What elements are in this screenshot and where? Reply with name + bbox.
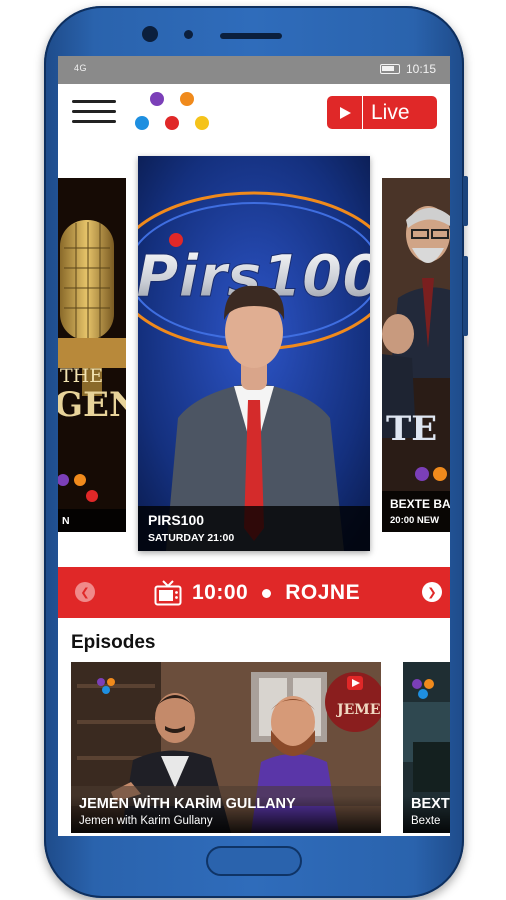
now-playing-show: ROJNE [285,581,361,604]
app-screen: 4G 10:15 Live THE GEN N Pirs100 PIRS100 … [58,56,450,836]
home-button[interactable] [206,846,302,876]
poster-subtitle: SATURDAY 21:00 [148,532,235,544]
episode-title: JEMEN WİTH KARİM GULLANY [79,796,296,812]
poster-card[interactable]: THE GENE N [58,178,126,532]
bexte-art: TE [382,178,450,532]
poster-caption: BEXTE BA 20:00 NEW [382,491,450,532]
episodes-heading: Episodes [71,632,156,653]
svg-text:GENE: GENE [58,385,126,425]
poster-caption: PIRS100 SATURDAY 21:00 [138,506,370,551]
now-playing-time: 10:00 [192,581,249,604]
status-time: 10:15 [405,62,436,76]
tv-icon [154,580,182,606]
now-playing-bar: ❮ 10:00 ROJNE ❯ [58,567,450,618]
poster-card[interactable]: Pirs100 PIRS100 SATURDAY 21:00 [138,156,370,551]
poster-title: BEXTE BA [390,497,450,511]
episode-subtitle: Jemen with Karim Gullany [79,815,213,827]
volume-button [463,176,468,226]
live-button[interactable]: Live [327,96,437,129]
battery-icon [379,64,400,74]
episode-caption: BEXT Bexte [403,796,450,833]
separator-dot [262,588,272,598]
poster-art-text: TE [386,409,437,449]
proximity-sensor [184,30,193,39]
signal-indicator: 4G [74,63,88,73]
poster-subtitle: N [62,515,70,527]
poster-subtitle: 20:00 NEW [390,515,440,526]
episode-caption: JEMEN WİTH KARİM GULLANY Jemen with Kari… [71,796,381,833]
status-right: 10:15 [379,62,436,76]
status-bar: 4G 10:15 [58,56,450,84]
episode-title: BEXT [411,796,450,812]
app-bar: Live [58,84,450,146]
poster-caption: N [58,509,126,532]
episode-subtitle: Bexte [411,815,441,827]
microphone-art: THE GENE [58,178,126,532]
poster-card[interactable]: TE BEXTE BA 20:00 NEW [382,178,450,532]
poster-title: PIRS100 [148,512,205,528]
channel-logo[interactable] [132,90,216,140]
episode-card[interactable]: JEMEN JEMEN WİTH KARİM GULLANY Jemen wit… [71,662,381,833]
power-button [463,256,468,336]
hamburger-menu-icon[interactable] [72,100,116,126]
svg-text:THE: THE [60,365,103,387]
live-label: Live [371,100,410,124]
pirs100-art: Pirs100 [138,156,370,551]
featured-carousel[interactable]: THE GENE N Pirs100 [58,146,450,558]
play-icon [327,96,363,129]
chevron-right-icon[interactable]: ❯ [422,582,442,602]
earpiece-speaker [220,33,282,39]
now-playing-info[interactable]: 10:00 ROJNE [154,576,360,610]
chevron-left-icon[interactable]: ❮ [75,582,95,602]
svg-text:JEMEN: JEMEN [335,702,381,718]
episode-card[interactable]: BEXT Bexte [403,662,450,833]
front-camera [142,26,158,42]
